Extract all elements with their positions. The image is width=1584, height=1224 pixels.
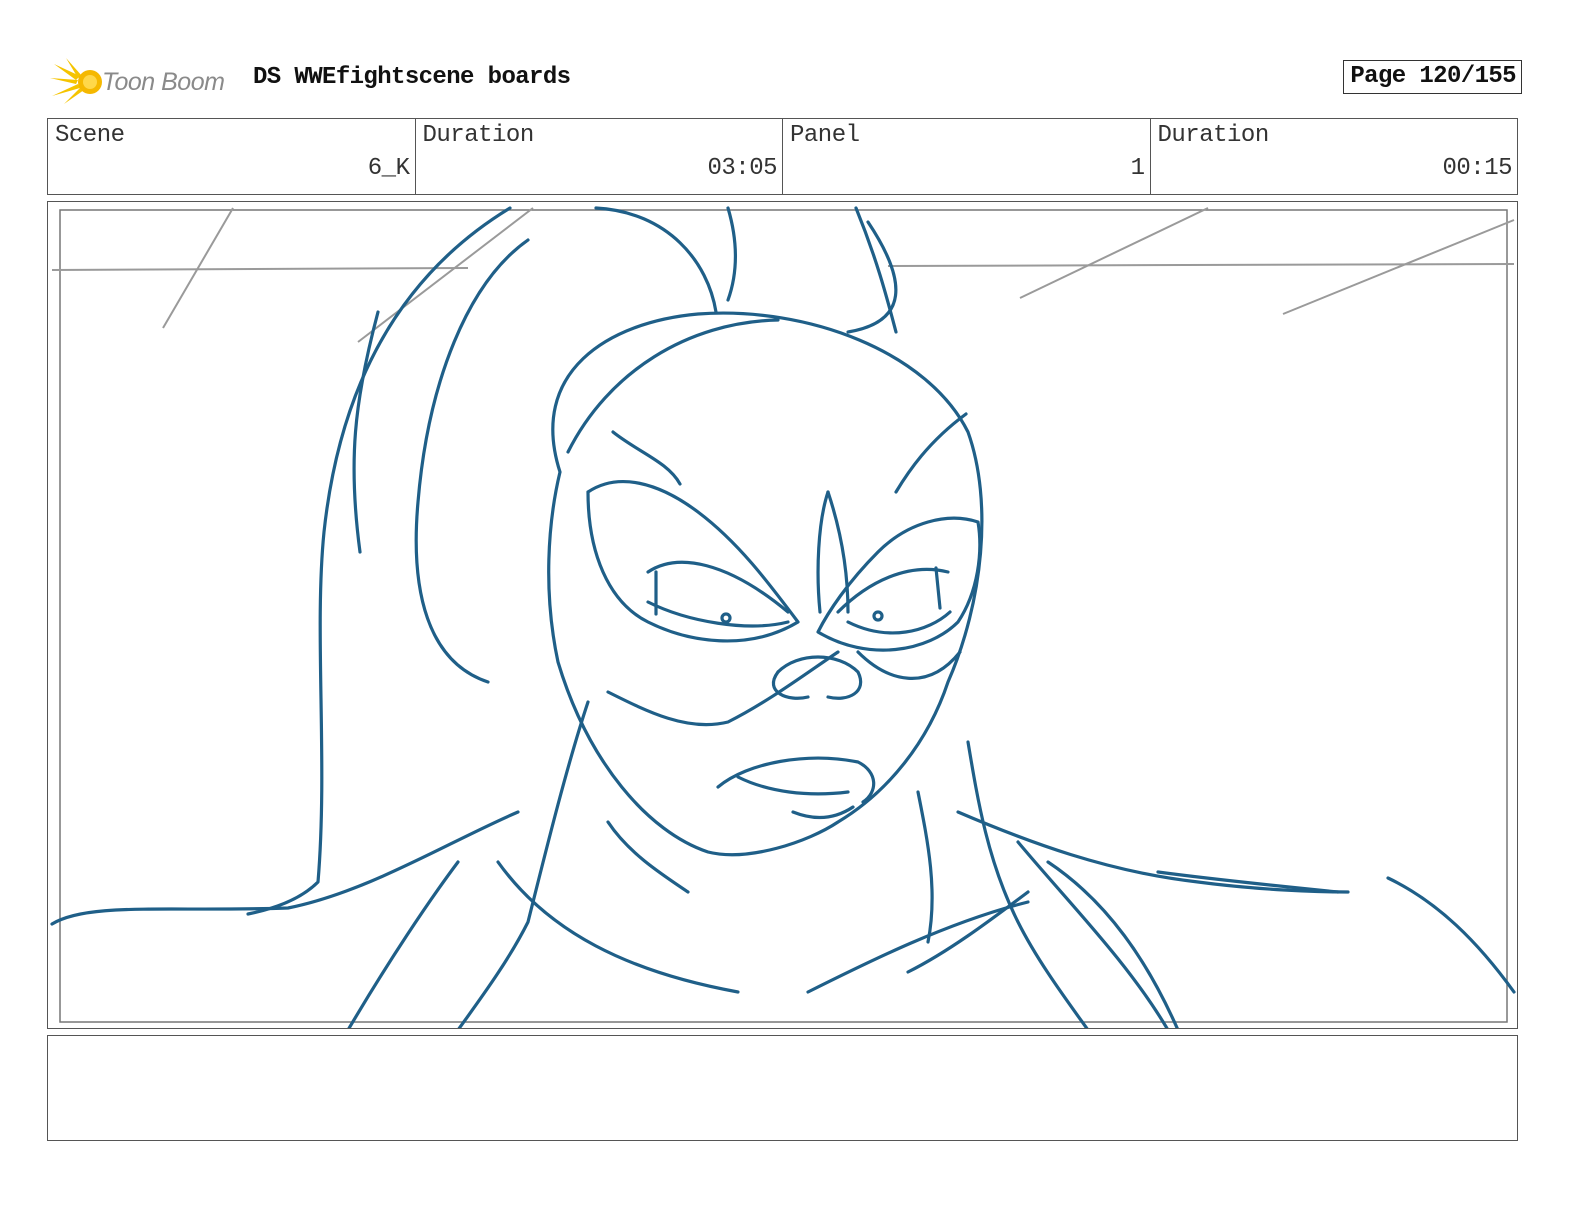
scene-duration-label: Duration [422,122,535,149]
panel-duration-label: Duration [1157,122,1270,149]
storyboard-panel [47,201,1518,1029]
scene-duration-cell: Duration 03:05 [416,119,783,194]
panel-value: 1 [1130,155,1145,182]
scene-cell: Scene 6_K [48,119,416,194]
character-sketch [50,206,1516,1028]
page-number: Page 120/155 [1343,60,1522,94]
scene-duration-value: 03:05 [707,155,777,182]
scene-value: 6_K [367,155,410,182]
panel-duration-value: 00:15 [1442,155,1512,182]
logo-text: Toon Boom [102,68,225,96]
panel-sketch [50,206,1516,1028]
panel-cell: Panel 1 [783,119,1151,194]
scene-label: Scene [55,122,125,149]
safe-frame-guide [59,209,1508,1023]
document-title: DS WWEfightscene boards [253,64,571,91]
background-lines [51,207,1515,343]
scene-info-table: Scene 6_K Duration 03:05 Panel 1 Duratio… [47,118,1518,195]
panel-label: Panel [790,122,860,149]
toon-boom-logo: Toon Boom [50,56,240,106]
page-header: Toon Boom DS WWEfightscene boards Page 1… [50,52,1522,108]
starburst-icon [50,58,102,104]
panel-notes [47,1035,1518,1141]
panel-duration-cell: Duration 00:15 [1151,119,1518,194]
